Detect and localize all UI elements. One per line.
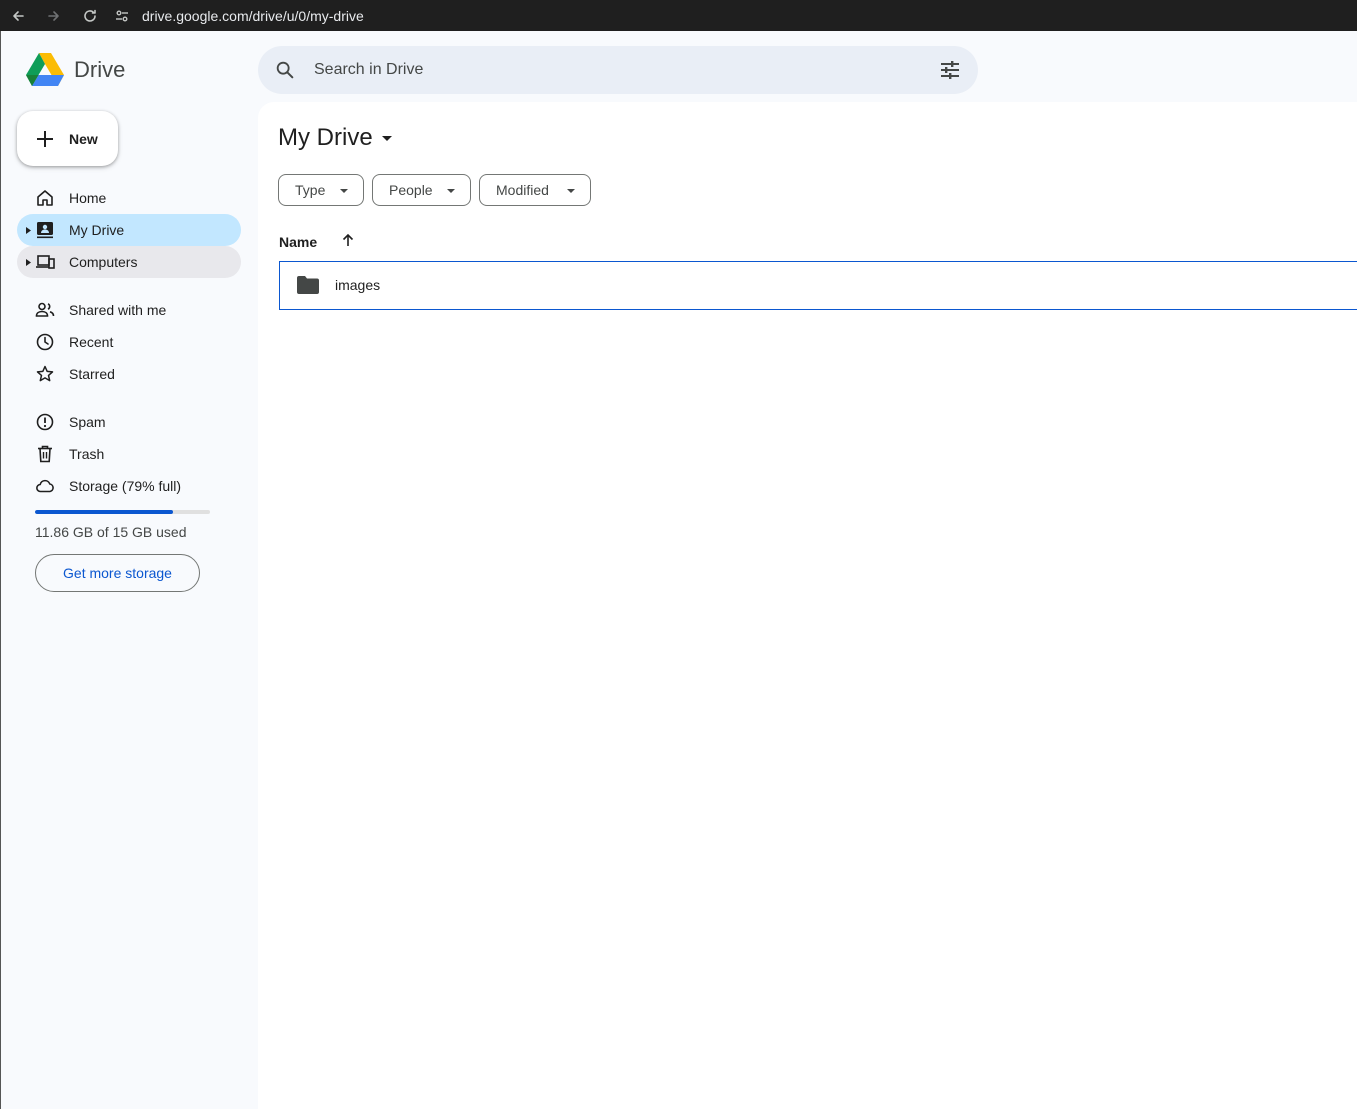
reload-icon bbox=[84, 9, 96, 22]
storage-usage-text: 11.86 GB of 15 GB used bbox=[35, 524, 187, 540]
filter-chip-label: Modified bbox=[496, 182, 549, 198]
address-bar[interactable]: drive.google.com/drive/u/0/my-drive bbox=[112, 0, 364, 31]
reload-button[interactable] bbox=[72, 0, 108, 31]
drive-logo[interactable]: Drive bbox=[26, 53, 125, 87]
sidebar-item-recent[interactable]: Recent bbox=[17, 326, 241, 358]
chevron-down-icon bbox=[381, 136, 392, 141]
page-title: My Drive bbox=[278, 124, 373, 151]
forward-button[interactable] bbox=[36, 0, 72, 31]
sidebar-item-computers[interactable]: Computers bbox=[17, 246, 241, 278]
name-column-header[interactable]: Name bbox=[279, 234, 317, 250]
filter-type-chip[interactable]: Type bbox=[278, 174, 364, 206]
url-text[interactable]: drive.google.com/drive/u/0/my-drive bbox=[142, 8, 364, 24]
sidebar-item-label: My Drive bbox=[69, 222, 125, 238]
filter-chip-label: Type bbox=[295, 182, 326, 198]
home-icon bbox=[37, 190, 53, 206]
sidebar-item-label: Trash bbox=[69, 446, 105, 462]
chevron-down-icon bbox=[567, 189, 575, 193]
arrow-right-icon bbox=[48, 10, 59, 21]
browser-toolbar: drive.google.com/drive/u/0/my-drive bbox=[0, 0, 1357, 31]
folder-icon bbox=[297, 276, 319, 294]
storage-progress-fill bbox=[35, 510, 174, 514]
main-content: My Drive Type People Modified Name image… bbox=[258, 102, 1357, 1109]
file-name: images bbox=[335, 277, 381, 293]
cloud-icon bbox=[36, 479, 54, 493]
sidebar-item-trash[interactable]: Trash bbox=[17, 438, 241, 470]
spam-icon bbox=[36, 413, 54, 431]
sidebar-item-label: Storage (79% full) bbox=[69, 478, 182, 494]
sidebar-item-label: Shared with me bbox=[69, 302, 167, 318]
arrow-up-sort-icon[interactable] bbox=[340, 232, 356, 248]
people-icon bbox=[35, 302, 55, 317]
back-button[interactable] bbox=[0, 0, 36, 31]
get-more-storage-button[interactable]: Get more storage bbox=[35, 554, 200, 592]
filter-chip-label: People bbox=[389, 182, 433, 198]
search-icon[interactable] bbox=[274, 59, 296, 81]
computers-icon bbox=[36, 255, 55, 269]
app-name: Drive bbox=[74, 57, 126, 82]
new-button[interactable]: New bbox=[17, 111, 118, 166]
sidebar-item-label: Starred bbox=[69, 366, 115, 382]
window-edge bbox=[0, 31, 1, 1109]
storage-progress-bar bbox=[35, 510, 210, 514]
trash-icon bbox=[38, 445, 52, 463]
site-settings-icon[interactable] bbox=[112, 6, 132, 26]
page-title-menu[interactable]: My Drive bbox=[278, 124, 393, 152]
filter-people-chip[interactable]: People bbox=[372, 174, 471, 206]
filter-modified-chip[interactable]: Modified bbox=[479, 174, 591, 206]
sidebar-item-label: Computers bbox=[69, 254, 138, 270]
chevron-down-icon bbox=[340, 189, 348, 193]
search-bar[interactable] bbox=[258, 46, 978, 94]
clock-icon bbox=[36, 333, 54, 351]
sidebar-item-label: Spam bbox=[69, 414, 106, 430]
sidebar-item-spam[interactable]: Spam bbox=[17, 406, 241, 438]
sidebar-item-my-drive[interactable]: My Drive bbox=[17, 214, 241, 246]
expand-caret-icon[interactable] bbox=[26, 227, 31, 234]
expand-caret-icon[interactable] bbox=[26, 259, 31, 266]
my-drive-icon bbox=[37, 222, 53, 239]
search-input[interactable] bbox=[314, 56, 914, 84]
star-icon bbox=[36, 365, 54, 382]
sidebar-item-starred[interactable]: Starred bbox=[17, 358, 241, 390]
plus-icon bbox=[37, 130, 53, 147]
sidebar-item-home[interactable]: Home bbox=[17, 182, 241, 214]
sidebar-item-shared-with-me[interactable]: Shared with me bbox=[17, 294, 241, 326]
drive-logo-icon bbox=[26, 53, 64, 86]
sidebar-item-storage[interactable]: Storage (79% full) bbox=[17, 470, 241, 502]
new-button-label: New bbox=[69, 130, 98, 147]
file-row[interactable]: images bbox=[279, 261, 1357, 310]
arrow-left-icon bbox=[13, 10, 24, 21]
search-options-icon[interactable] bbox=[938, 58, 962, 82]
sidebar-item-label: Recent bbox=[69, 334, 114, 350]
chevron-down-icon bbox=[447, 189, 455, 193]
sidebar-item-label: Home bbox=[69, 190, 107, 206]
